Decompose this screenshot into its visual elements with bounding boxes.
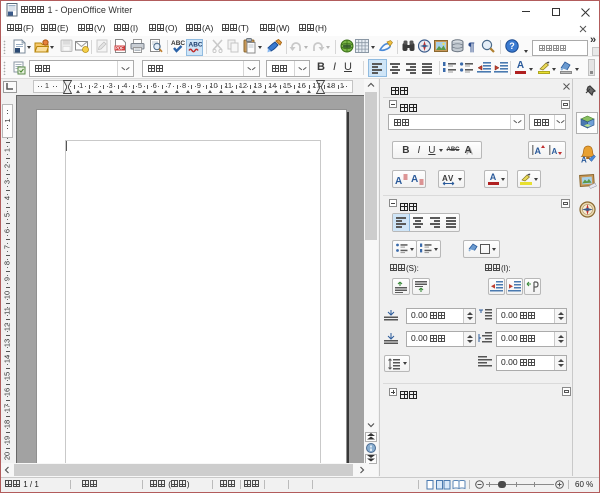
svg-text:V: V	[448, 174, 454, 183]
svg-text:ABC: ABC	[189, 42, 203, 49]
svg-text:A: A	[581, 156, 587, 164]
svg-text:A: A	[535, 146, 542, 156]
svg-text:ABC: ABC	[171, 40, 185, 47]
svg-text:PDF: PDF	[115, 46, 124, 51]
svg-text:A: A	[411, 174, 418, 185]
svg-text:A: A	[395, 176, 402, 186]
svg-text:?: ?	[509, 41, 515, 51]
svg-text:A: A	[552, 147, 558, 156]
